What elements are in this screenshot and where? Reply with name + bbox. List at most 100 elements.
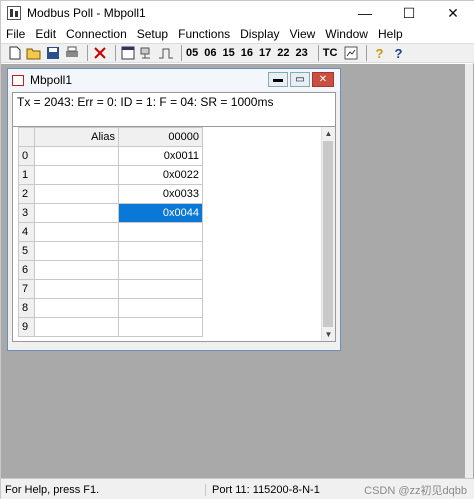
alias-cell[interactable] xyxy=(34,165,119,185)
row-number: 1 xyxy=(18,165,35,185)
alias-cell[interactable] xyxy=(34,317,119,337)
value-cell[interactable] xyxy=(118,317,203,337)
table-row: 8 xyxy=(18,298,203,318)
alias-column-header[interactable]: Alias xyxy=(34,127,119,147)
function-17-button[interactable]: 17 xyxy=(259,47,271,59)
table-row: 7 xyxy=(18,279,203,299)
alias-cell[interactable] xyxy=(34,203,119,223)
function-22-button[interactable]: 22 xyxy=(277,47,289,59)
child-close-button[interactable]: ✕ xyxy=(312,72,334,87)
window-title: Modbus Poll - Mbpoll1 xyxy=(27,6,146,20)
child-minimize-button[interactable]: ▬ xyxy=(268,72,288,87)
print-icon[interactable] xyxy=(64,45,80,61)
maximize-button[interactable]: ☐ xyxy=(387,1,431,25)
delete-icon[interactable] xyxy=(92,45,108,61)
table-row: 6 xyxy=(18,260,203,280)
function-15-button[interactable]: 15 xyxy=(223,47,235,59)
row-number: 8 xyxy=(18,298,35,318)
function-05-button[interactable]: 05 xyxy=(186,47,198,59)
value-cell[interactable]: 0x0011 xyxy=(118,146,203,166)
table-row: 1 0x0022 xyxy=(18,165,203,185)
function-06-button[interactable]: 06 xyxy=(204,47,216,59)
value-cell[interactable] xyxy=(118,260,203,280)
close-button[interactable]: ✕ xyxy=(431,1,474,25)
toolbar-separator xyxy=(317,45,319,61)
status-help-text: For Help, press F1. xyxy=(1,484,206,496)
watermark-text: CSDN @zz初见dqbb xyxy=(364,485,467,497)
mbpoll-child-window[interactable]: Mbpoll1 ▬ ▭ ✕ Tx = 2043: Err = 0: ID = 1… xyxy=(7,68,341,351)
row-number: 5 xyxy=(18,241,35,261)
row-number: 9 xyxy=(18,317,35,337)
function-16-button[interactable]: 16 xyxy=(241,47,253,59)
menu-functions[interactable]: Functions xyxy=(173,27,235,41)
alias-cell[interactable] xyxy=(34,260,119,280)
value-cell[interactable] xyxy=(118,222,203,242)
window-icon[interactable] xyxy=(120,45,136,61)
value-cell[interactable] xyxy=(118,241,203,261)
menu-connection[interactable]: Connection xyxy=(61,27,132,41)
table-row: 5 xyxy=(18,241,203,261)
row-number: 0 xyxy=(18,146,35,166)
menu-window[interactable]: Window xyxy=(320,27,373,41)
toolbar-separator xyxy=(181,45,182,61)
help-icon[interactable]: ? xyxy=(371,45,387,61)
whats-this-help-icon[interactable]: ? xyxy=(390,45,406,61)
function-23-button[interactable]: 23 xyxy=(296,47,308,59)
corner-cell xyxy=(18,127,35,147)
menu-view[interactable]: View xyxy=(285,27,321,41)
row-number: 6 xyxy=(18,260,35,280)
traffic-button[interactable]: TC xyxy=(323,47,338,59)
menu-setup[interactable]: Setup xyxy=(132,27,173,41)
toolbar-separator xyxy=(87,45,88,61)
menu-edit[interactable]: Edit xyxy=(30,27,61,41)
alias-cell[interactable] xyxy=(34,298,119,318)
value-cell[interactable]: 0x0022 xyxy=(118,165,203,185)
row-number: 4 xyxy=(18,222,35,242)
child-restore-button[interactable]: ▭ xyxy=(290,72,310,87)
alias-cell[interactable] xyxy=(34,184,119,204)
toolbar: 05 06 15 16 17 22 23 TC ? ? xyxy=(1,43,474,63)
scroll-up-icon[interactable]: ▲ xyxy=(322,127,335,140)
toolbar-separator xyxy=(115,45,116,61)
child-window-controls: ▬ ▭ ✕ xyxy=(268,72,334,87)
minimize-button[interactable]: — xyxy=(343,1,387,25)
modbus-poll-app-icon xyxy=(7,6,21,20)
new-file-icon[interactable] xyxy=(7,45,23,61)
scroll-thumb[interactable] xyxy=(323,141,333,327)
alias-cell[interactable] xyxy=(34,241,119,261)
table-row: 0 0x0011 xyxy=(18,146,203,166)
vertical-scrollbar[interactable]: ▲ ▼ xyxy=(321,127,335,341)
open-folder-icon[interactable] xyxy=(26,45,42,61)
toolbar-separator xyxy=(366,45,368,61)
monitor-icon[interactable] xyxy=(343,45,359,61)
save-icon[interactable] xyxy=(45,45,61,61)
single-pulse-icon[interactable] xyxy=(158,45,174,61)
child-window-title: Mbpoll1 xyxy=(30,73,73,87)
alias-cell[interactable] xyxy=(34,279,119,299)
title-bar[interactable]: Modbus Poll - Mbpoll1 — ☐ ✕ xyxy=(1,1,474,25)
status-bar: For Help, press F1. Port 11: 115200-8-N-… xyxy=(1,478,474,499)
child-window-icon xyxy=(12,74,24,86)
status-port-info: Port 11: 115200-8-N-1 xyxy=(212,484,320,496)
menu-help[interactable]: Help xyxy=(373,27,408,41)
scroll-down-icon[interactable]: ▼ xyxy=(322,328,335,341)
table-header-row: Alias 00000 xyxy=(18,127,203,147)
background-window-edge xyxy=(465,64,473,478)
connect-icon[interactable] xyxy=(139,45,155,61)
value-cell[interactable] xyxy=(118,279,203,299)
window-controls: — ☐ ✕ xyxy=(343,1,474,25)
address-column-header[interactable]: 00000 xyxy=(118,127,203,147)
menu-file[interactable]: File xyxy=(1,27,30,41)
selected-value-cell[interactable]: 0x0044 xyxy=(118,203,203,223)
poll-status-line: Tx = 2043: Err = 0: ID = 1: F = 04: SR =… xyxy=(12,92,336,128)
child-title-bar[interactable]: Mbpoll1 ▬ ▭ ✕ xyxy=(8,69,340,91)
table-row: 3 0x0044 xyxy=(18,203,203,223)
value-cell[interactable] xyxy=(118,298,203,318)
value-cell[interactable]: 0x0033 xyxy=(118,184,203,204)
register-grid: Alias 00000 0 0x0011 1 0x0022 2 0x0033 3… xyxy=(12,126,336,342)
alias-cell[interactable] xyxy=(34,146,119,166)
table-row: 9 xyxy=(18,317,203,337)
alias-cell[interactable] xyxy=(34,222,119,242)
menu-display[interactable]: Display xyxy=(235,27,284,41)
app-window: Modbus Poll - Mbpoll1 — ☐ ✕ File Edit Co… xyxy=(0,0,474,499)
